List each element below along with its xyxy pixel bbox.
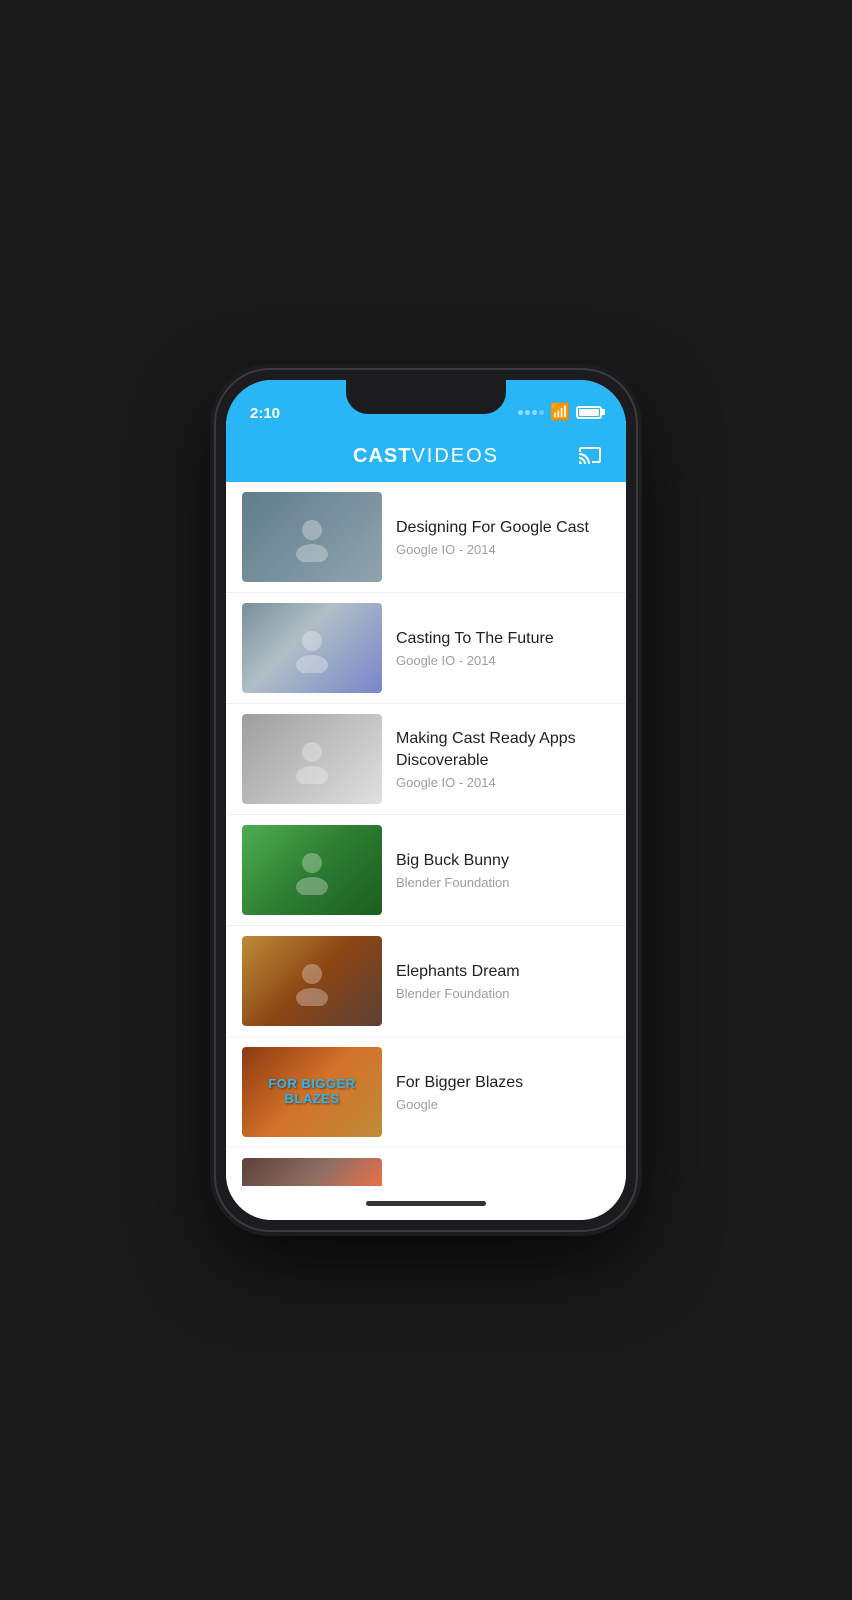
- video-info-6: For Bigger Blazes Google: [382, 1072, 610, 1113]
- video-title-1: Designing For Google Cast: [396, 517, 610, 539]
- video-list: Designing For Google Cast Google IO - 201…: [226, 482, 626, 1186]
- video-info-5: Elephants Dream Blender Foundation: [382, 961, 610, 1002]
- battery-icon: [576, 406, 602, 419]
- video-item-3[interactable]: Making Cast Ready Apps Discoverable Googl…: [226, 704, 626, 815]
- video-title-6: For Bigger Blazes: [396, 1072, 610, 1094]
- video-subtitle-5: Blender Foundation: [396, 986, 610, 1001]
- status-time: 2:10: [250, 405, 280, 422]
- status-icons: 📶: [518, 402, 602, 422]
- video-item-7[interactable]: FOR BIGGER ESCAPESFor Bigger EscapeGoogl…: [226, 1148, 626, 1186]
- video-thumbnail-6: FOR BIGGER BLAZES: [242, 1047, 382, 1137]
- nav-title: CASTVIDEOS: [353, 445, 499, 468]
- status-bar: 2:10 📶: [226, 380, 626, 430]
- video-subtitle-2: Google IO - 2014: [396, 653, 610, 668]
- video-info-1: Designing For Google Cast Google IO - 201…: [382, 517, 610, 558]
- video-subtitle-4: Blender Foundation: [396, 875, 610, 890]
- video-info-3: Making Cast Ready Apps Discoverable Googl…: [382, 728, 610, 790]
- video-subtitle-1: Google IO - 2014: [396, 542, 610, 557]
- video-thumbnail-3: [242, 714, 382, 804]
- video-title-3: Making Cast Ready Apps Discoverable: [396, 728, 610, 771]
- nav-bar: CASTVIDEOS: [226, 430, 626, 482]
- video-item-2[interactable]: Casting To The Future Google IO - 2014: [226, 593, 626, 704]
- notch: [346, 380, 506, 414]
- video-thumbnail-7: FOR BIGGER ESCAPES: [242, 1158, 382, 1186]
- video-info-4: Big Buck Bunny Blender Foundation: [382, 850, 610, 891]
- video-info-2: Casting To The Future Google IO - 2014: [382, 628, 610, 669]
- video-item-5[interactable]: Elephants Dream Blender Foundation: [226, 926, 626, 1037]
- wifi-icon: 📶: [550, 402, 570, 422]
- video-title-5: Elephants Dream: [396, 961, 610, 983]
- video-subtitle-6: Google: [396, 1097, 610, 1112]
- cast-button[interactable]: [574, 442, 606, 470]
- video-title-2: Casting To The Future: [396, 628, 610, 650]
- signal-icon: [518, 410, 544, 415]
- video-subtitle-3: Google IO - 2014: [396, 775, 610, 790]
- video-thumbnail-1: [242, 492, 382, 582]
- video-thumbnail-4: [242, 825, 382, 915]
- video-item-4[interactable]: Big Buck Bunny Blender Foundation: [226, 815, 626, 926]
- video-thumbnail-5: [242, 936, 382, 1026]
- video-title-4: Big Buck Bunny: [396, 850, 610, 872]
- phone-frame: 2:10 📶 CASTVIDEOS: [216, 370, 636, 1230]
- video-item-6[interactable]: FOR BIGGER BLAZES For Bigger Blazes Google: [226, 1037, 626, 1148]
- home-indicator: [226, 1186, 626, 1220]
- video-thumbnail-2: [242, 603, 382, 693]
- home-bar: [366, 1201, 486, 1206]
- video-item-1[interactable]: Designing For Google Cast Google IO - 201…: [226, 482, 626, 593]
- phone-screen: 2:10 📶 CASTVIDEOS: [226, 380, 626, 1220]
